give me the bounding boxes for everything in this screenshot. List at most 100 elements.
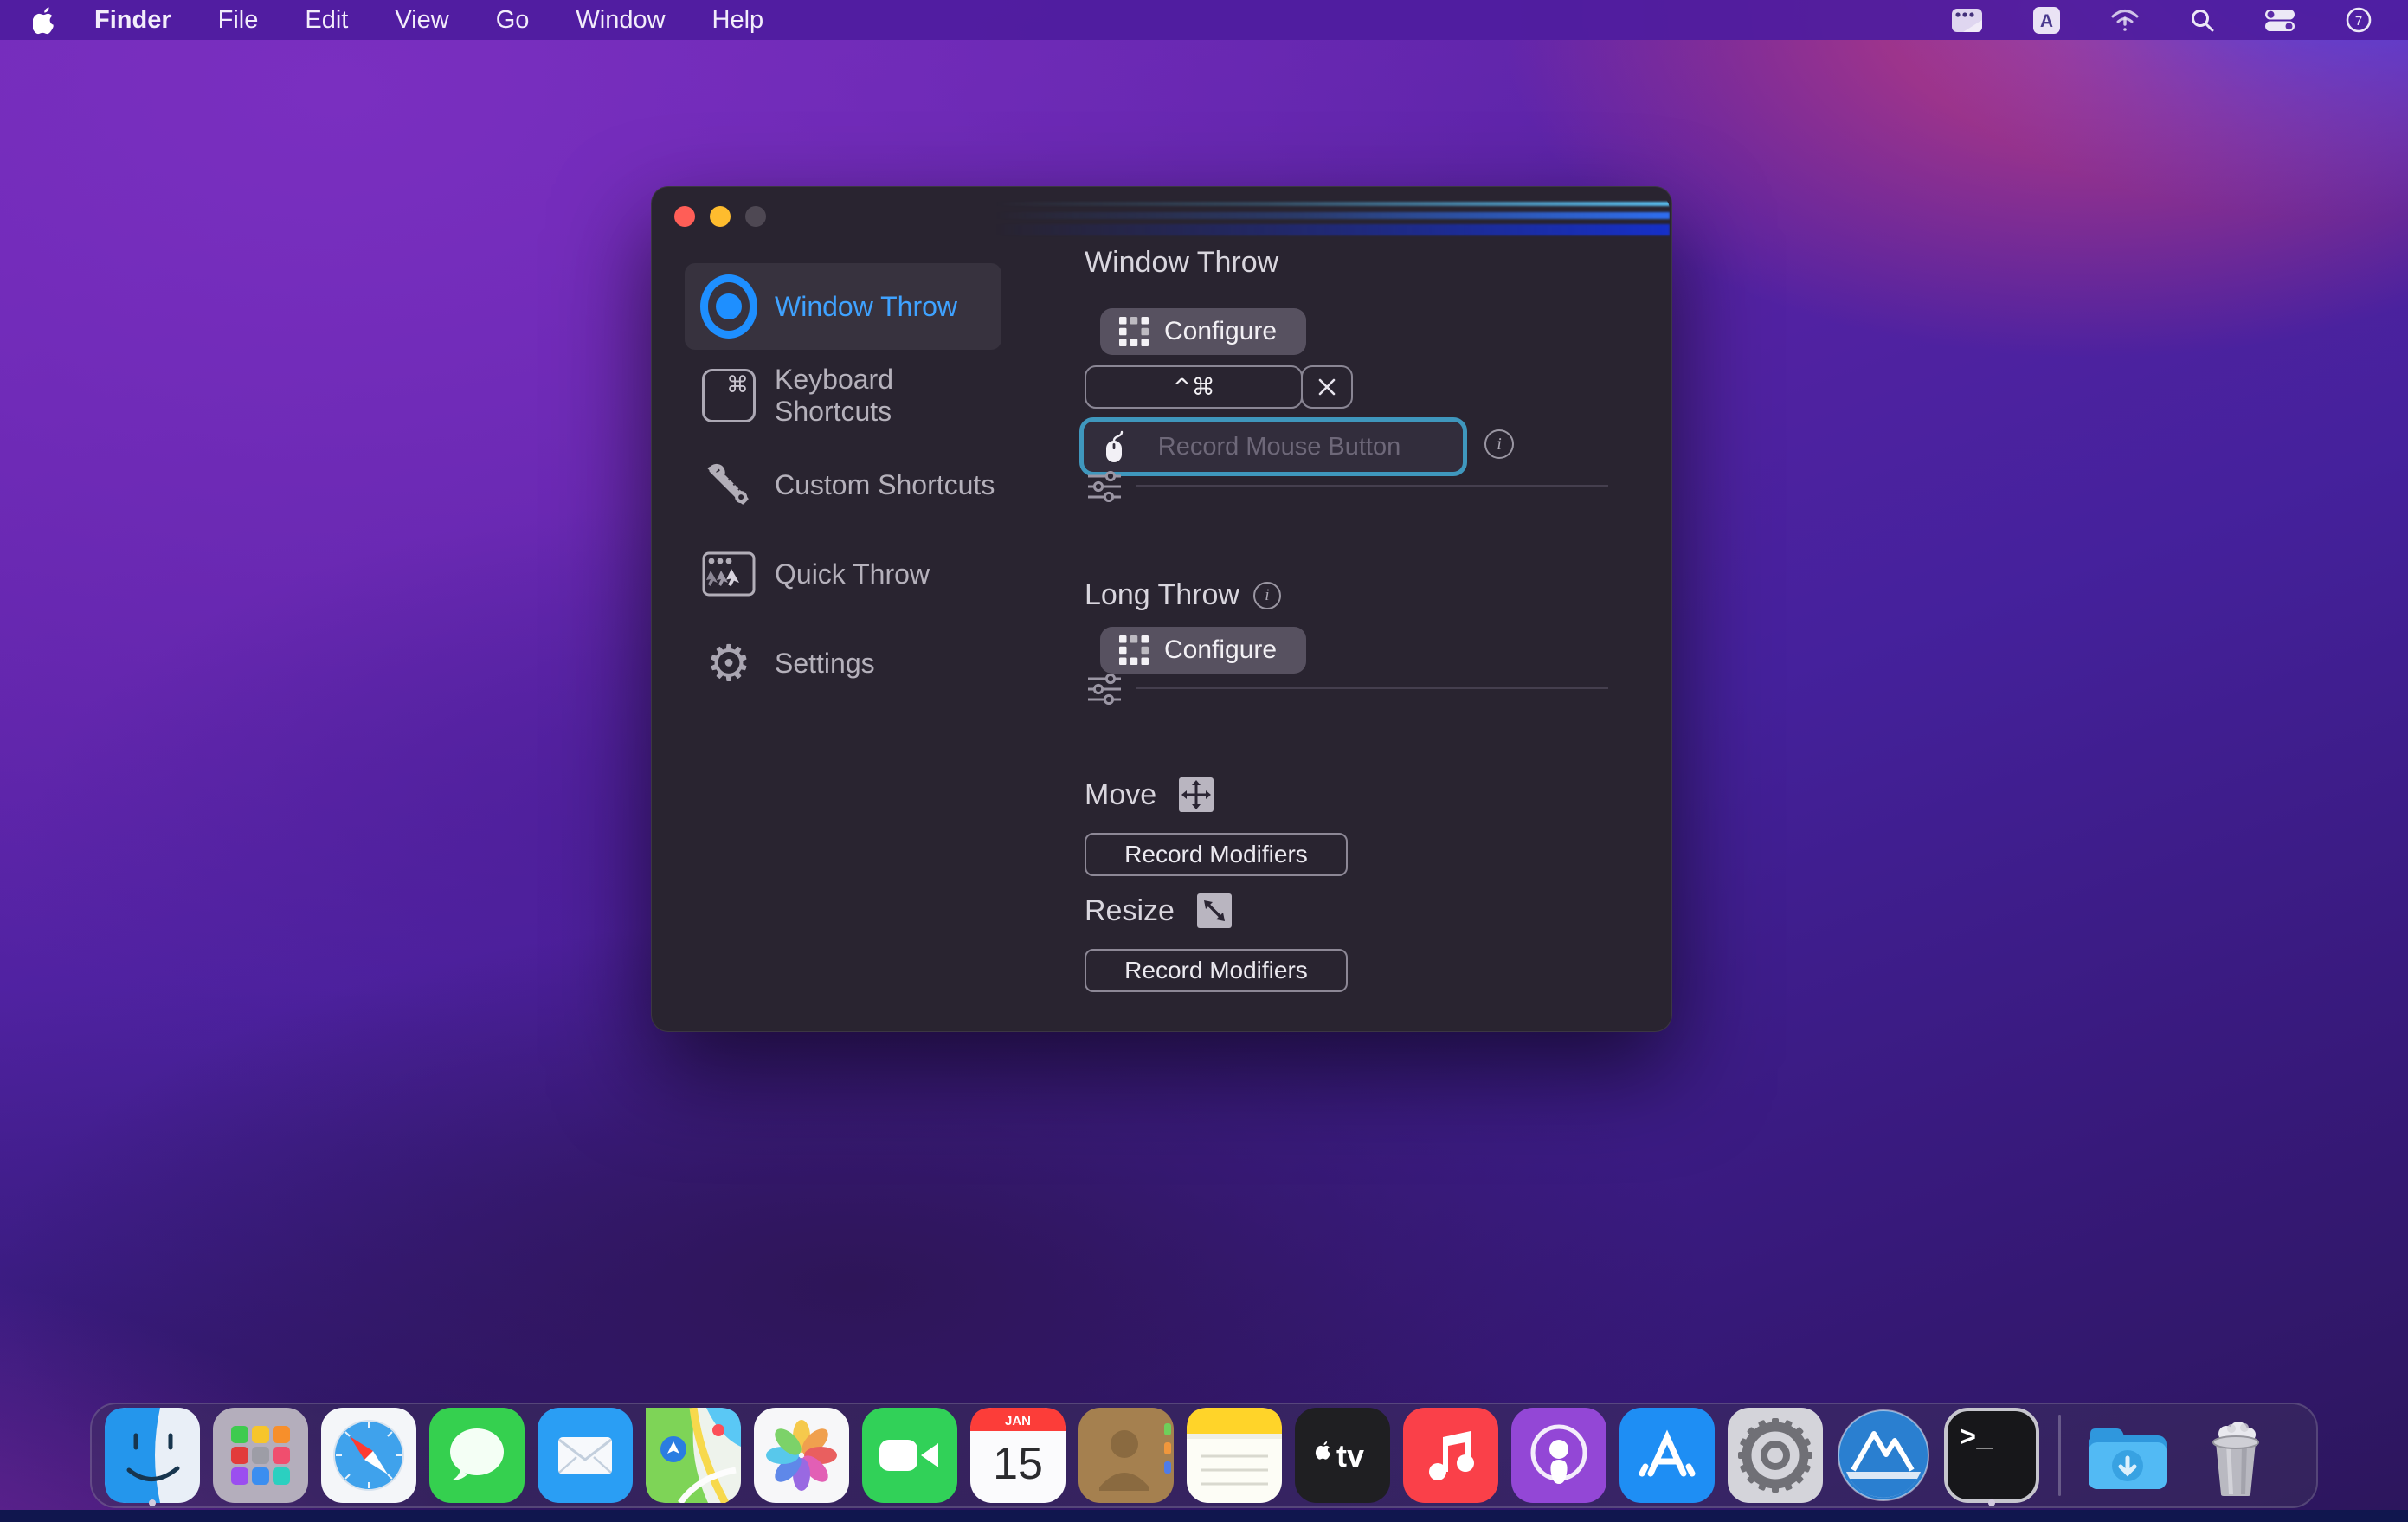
dock-icon-app-store[interactable]: [1619, 1407, 1716, 1504]
configure-label: Configure: [1164, 317, 1277, 346]
downloads-icon: [2080, 1408, 2175, 1503]
app-store-icon: [1619, 1408, 1715, 1503]
window-app-icon: [1836, 1408, 1931, 1503]
running-indicator: [149, 1499, 156, 1506]
dock-icon-terminal[interactable]: >_: [1943, 1407, 2040, 1504]
apple-menu-icon[interactable]: [33, 6, 56, 35]
calendar-icon: JAN 15: [970, 1408, 1066, 1503]
input-source-icon[interactable]: A: [2033, 7, 2060, 34]
sidebar-item-label: Settings: [775, 648, 875, 680]
clock-icon[interactable]: 7: [2346, 7, 2372, 33]
trash-icon: [2188, 1408, 2283, 1503]
move-icon: [1179, 777, 1214, 812]
record-modifiers-move-button[interactable]: Record Modifiers: [1085, 833, 1348, 876]
record-modifiers-resize-button[interactable]: Record Modifiers: [1085, 949, 1348, 992]
dock-icon-maps[interactable]: [645, 1407, 742, 1504]
advanced-options-icon[interactable]: [1088, 471, 1124, 506]
dock-icon-messages[interactable]: [428, 1407, 525, 1504]
dock-icon-calendar[interactable]: JAN 15: [969, 1407, 1066, 1504]
section-title-long-throw: Long Throw i: [1085, 578, 1281, 612]
menu-item-window[interactable]: Window: [576, 6, 665, 35]
safari-icon: [321, 1408, 416, 1503]
mail-icon: [538, 1408, 633, 1503]
sidebar: Window Throw ⌘ Keyboard Shortcuts Custom…: [685, 263, 1001, 709]
finder-icon: [105, 1408, 200, 1503]
sidebar-item-settings[interactable]: ⚙ Settings: [685, 620, 1001, 706]
tools-icon: [700, 456, 757, 513]
svg-text:JAN: JAN: [1005, 1414, 1031, 1428]
spotlight-search-icon[interactable]: [2190, 8, 2214, 32]
control-center-icon[interactable]: [2264, 9, 2295, 32]
menu-item-go[interactable]: Go: [496, 6, 530, 35]
keyboard-brightness-icon[interactable]: [1951, 8, 1983, 33]
info-icon[interactable]: i: [1484, 429, 1514, 459]
sidebar-item-keyboard-shortcuts[interactable]: ⌘ Keyboard Shortcuts: [685, 352, 1001, 439]
sidebar-item-label: Custom Shortcuts: [775, 469, 995, 501]
dock-icon-system-preferences[interactable]: [1727, 1407, 1824, 1504]
traffic-lights: [674, 206, 766, 227]
wallpaper-bottom-strip: [0, 1510, 2408, 1522]
section-title-window-throw: Window Throw: [1085, 246, 1278, 280]
menu-status-items: A 7: [1951, 7, 2372, 34]
notes-icon: [1187, 1408, 1282, 1503]
dock-icon-contacts[interactable]: [1078, 1407, 1175, 1504]
sidebar-item-quick-throw[interactable]: Quick Throw: [685, 531, 1001, 617]
shortcut-value: ^⌘: [1172, 374, 1215, 401]
svg-text:15: 15: [993, 1439, 1043, 1489]
menu-item-help[interactable]: Help: [712, 6, 764, 35]
move-row: Move: [1085, 777, 1214, 812]
clear-shortcut-button[interactable]: [1301, 365, 1353, 409]
apple-tv-icon: tv: [1295, 1408, 1390, 1503]
dock-separator: [2058, 1415, 2061, 1496]
menu-item-file[interactable]: File: [218, 6, 259, 35]
dock-icon-photos[interactable]: [753, 1407, 850, 1504]
contacts-icon: [1078, 1408, 1174, 1503]
sidebar-item-window-throw[interactable]: Window Throw: [685, 263, 1001, 350]
menu-item-finder[interactable]: Finder: [94, 6, 171, 35]
dock-icon-downloads[interactable]: [2079, 1407, 2176, 1504]
advanced-options-icon[interactable]: [1088, 674, 1124, 709]
configure-label: Configure: [1164, 635, 1277, 665]
dock-icon-apple-tv[interactable]: tv: [1294, 1407, 1391, 1504]
messages-icon: [429, 1408, 525, 1503]
dock-icon-mail[interactable]: [537, 1407, 634, 1504]
close-button[interactable]: [674, 206, 695, 227]
dock-icon-finder[interactable]: [104, 1407, 201, 1504]
music-icon: [1403, 1408, 1498, 1503]
dock-icon-podcasts[interactable]: [1510, 1407, 1607, 1504]
menu-item-view[interactable]: View: [395, 6, 448, 35]
bullseye-icon: [700, 278, 757, 335]
terminal-icon: >_: [1944, 1408, 2039, 1503]
shortcut-recorder: ^⌘: [1085, 365, 1353, 409]
sidebar-item-label: Quick Throw: [775, 558, 930, 590]
dock-icon-window-app[interactable]: [1835, 1407, 1932, 1504]
wifi-warning-icon[interactable]: [2110, 8, 2140, 32]
dock-icon-safari[interactable]: [320, 1407, 417, 1504]
x-icon: [1317, 377, 1336, 397]
configure-button-window-throw[interactable]: Configure: [1100, 308, 1306, 355]
svg-text:A: A: [2040, 11, 2053, 31]
menu-item-edit[interactable]: Edit: [305, 6, 348, 35]
app-window: Window Throw ⌘ Keyboard Shortcuts Custom…: [651, 186, 1672, 1032]
svg-text:>_: >_: [1960, 1422, 1993, 1454]
system-preferences-icon: [1728, 1408, 1823, 1503]
dock-icon-facetime[interactable]: [861, 1407, 958, 1504]
info-icon[interactable]: i: [1253, 582, 1281, 609]
sidebar-item-custom-shortcuts[interactable]: Custom Shortcuts: [685, 442, 1001, 528]
dock-icon-music[interactable]: [1402, 1407, 1499, 1504]
record-mouse-button-field[interactable]: Record Mouse Button: [1079, 417, 1467, 476]
configure-button-long-throw[interactable]: Configure: [1100, 627, 1306, 674]
titlebar-streaks: [995, 194, 1670, 239]
shortcut-value-field[interactable]: ^⌘: [1085, 365, 1303, 409]
divider: [1136, 687, 1608, 689]
svg-text:tv: tv: [1336, 1438, 1364, 1474]
zoom-button[interactable]: [745, 206, 766, 227]
menu-bar: Finder File Edit View Go Window Help A: [0, 0, 2408, 40]
divider: [1136, 485, 1608, 487]
dock-icon-notes[interactable]: [1186, 1407, 1283, 1504]
dock-icon-trash[interactable]: [2187, 1407, 2284, 1504]
dock: JAN 15: [90, 1403, 2318, 1508]
sidebar-item-label: Keyboard Shortcuts: [775, 364, 1001, 428]
minimize-button[interactable]: [710, 206, 731, 227]
dock-icon-launchpad[interactable]: [212, 1407, 309, 1504]
